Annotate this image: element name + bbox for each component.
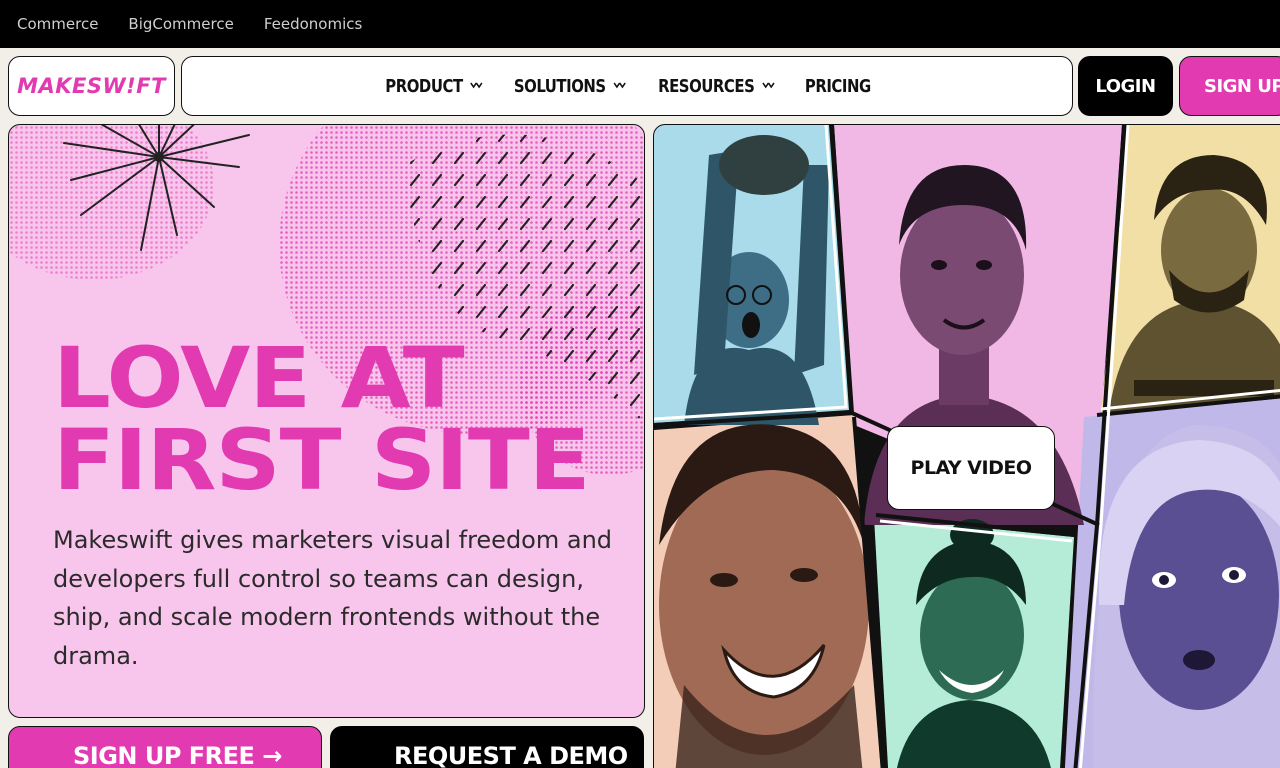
chevron-down-icon [761, 82, 775, 89]
topbar-link-bigcommerce[interactable]: BigCommerce [128, 15, 233, 33]
headline-line-2: FIRST SITE [53, 411, 591, 509]
request-demo-button[interactable]: REQUEST A DEMO [330, 726, 644, 768]
login-button[interactable]: LOGIN [1078, 56, 1173, 116]
nav-item-pricing[interactable]: PRICING [804, 76, 870, 97]
hero-panel: LOVE AT FIRST SITE Makeswift gives marke… [8, 124, 645, 718]
person-laughing-icon [659, 424, 869, 768]
nav-item-label: PRICING [804, 75, 871, 97]
play-video-button[interactable]: PLAY VIDEO [887, 426, 1055, 510]
hero-headline: LOVE AT FIRST SITE [53, 329, 591, 509]
signup-free-button[interactable]: SIGN UP FREE → [8, 726, 322, 768]
hero-description: Makeswift gives marketers visual freedom… [53, 526, 613, 670]
nav-item-resources[interactable]: RESOURCES [658, 76, 775, 97]
topbar-link-commerce[interactable]: Commerce [17, 15, 98, 33]
nav-item-label: SOLUTIONS [513, 75, 606, 97]
chevron-down-icon [470, 82, 483, 89]
main-nav: PRODUCT SOLUTIONS RESOURCES PRICING [181, 56, 1073, 116]
nav-item-product[interactable]: PRODUCT [385, 76, 483, 97]
headline-line-1: LOVE AT [53, 329, 465, 427]
top-utility-bar: Commerce BigCommerce Feedonomics [0, 0, 1280, 48]
nav-item-solutions[interactable]: SOLUTIONS [514, 76, 626, 97]
chevron-down-icon [613, 82, 626, 89]
logo-link[interactable]: MAKESW!FT [8, 56, 175, 116]
makeswift-logo: MAKESW!FT [17, 74, 166, 98]
nav-item-label: RESOURCES [657, 75, 755, 97]
topbar-link-feedonomics[interactable]: Feedonomics [264, 15, 363, 33]
nav-item-label: PRODUCT [385, 75, 463, 97]
signup-button[interactable]: SIGN UP [1179, 56, 1280, 116]
